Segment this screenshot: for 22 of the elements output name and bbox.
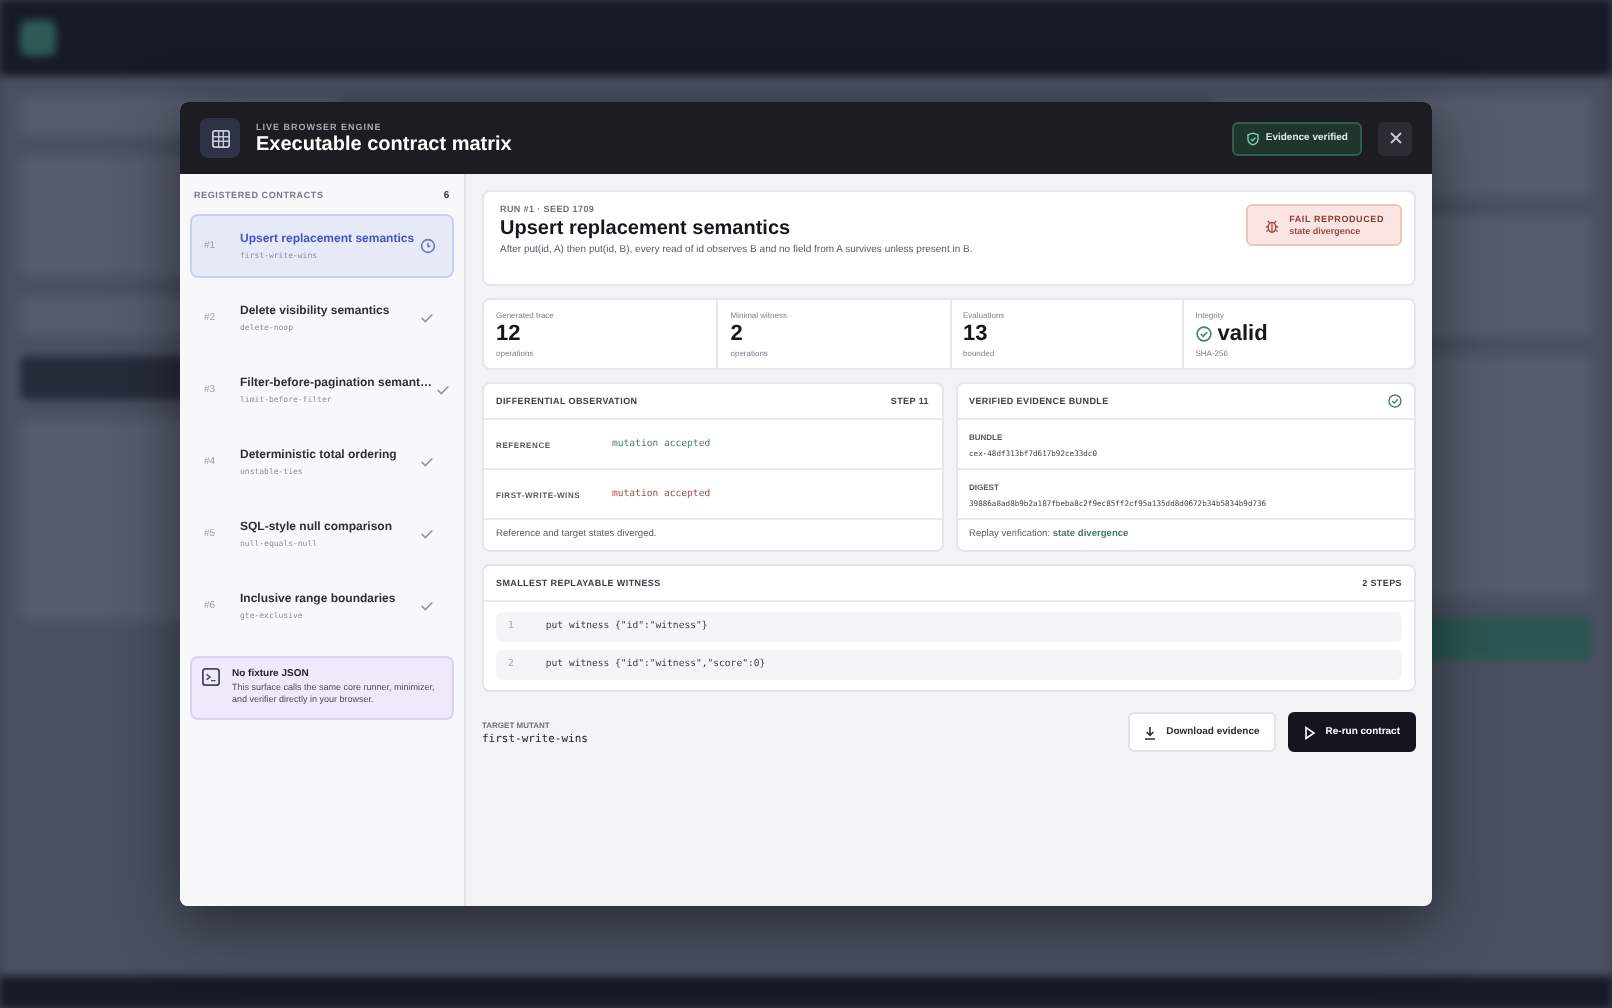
stat-value: 12 — [496, 322, 521, 346]
stat-value: 2 — [730, 322, 743, 346]
check-icon — [420, 456, 434, 468]
close-icon — [1389, 132, 1401, 144]
check-icon — [420, 312, 434, 324]
check-icon — [436, 384, 451, 396]
bug-icon — [1263, 217, 1280, 233]
close-button[interactable] — [1378, 121, 1412, 155]
clock-icon — [420, 238, 436, 254]
modal-title: Executable contract matrix — [256, 133, 512, 155]
check-icon — [420, 600, 434, 612]
check-circle-icon — [1388, 394, 1402, 408]
shield-check-icon — [1245, 131, 1260, 145]
play-icon — [1303, 725, 1316, 739]
download-icon — [1144, 725, 1157, 739]
terminal-icon — [202, 668, 220, 686]
check-icon — [420, 528, 434, 540]
run-title: Upsert replacement semantics — [500, 218, 793, 240]
grid-icon — [211, 129, 229, 147]
stat-value: 13 — [963, 322, 988, 346]
stat-value: valid — [1217, 322, 1268, 346]
check-circle-icon — [1195, 326, 1212, 342]
